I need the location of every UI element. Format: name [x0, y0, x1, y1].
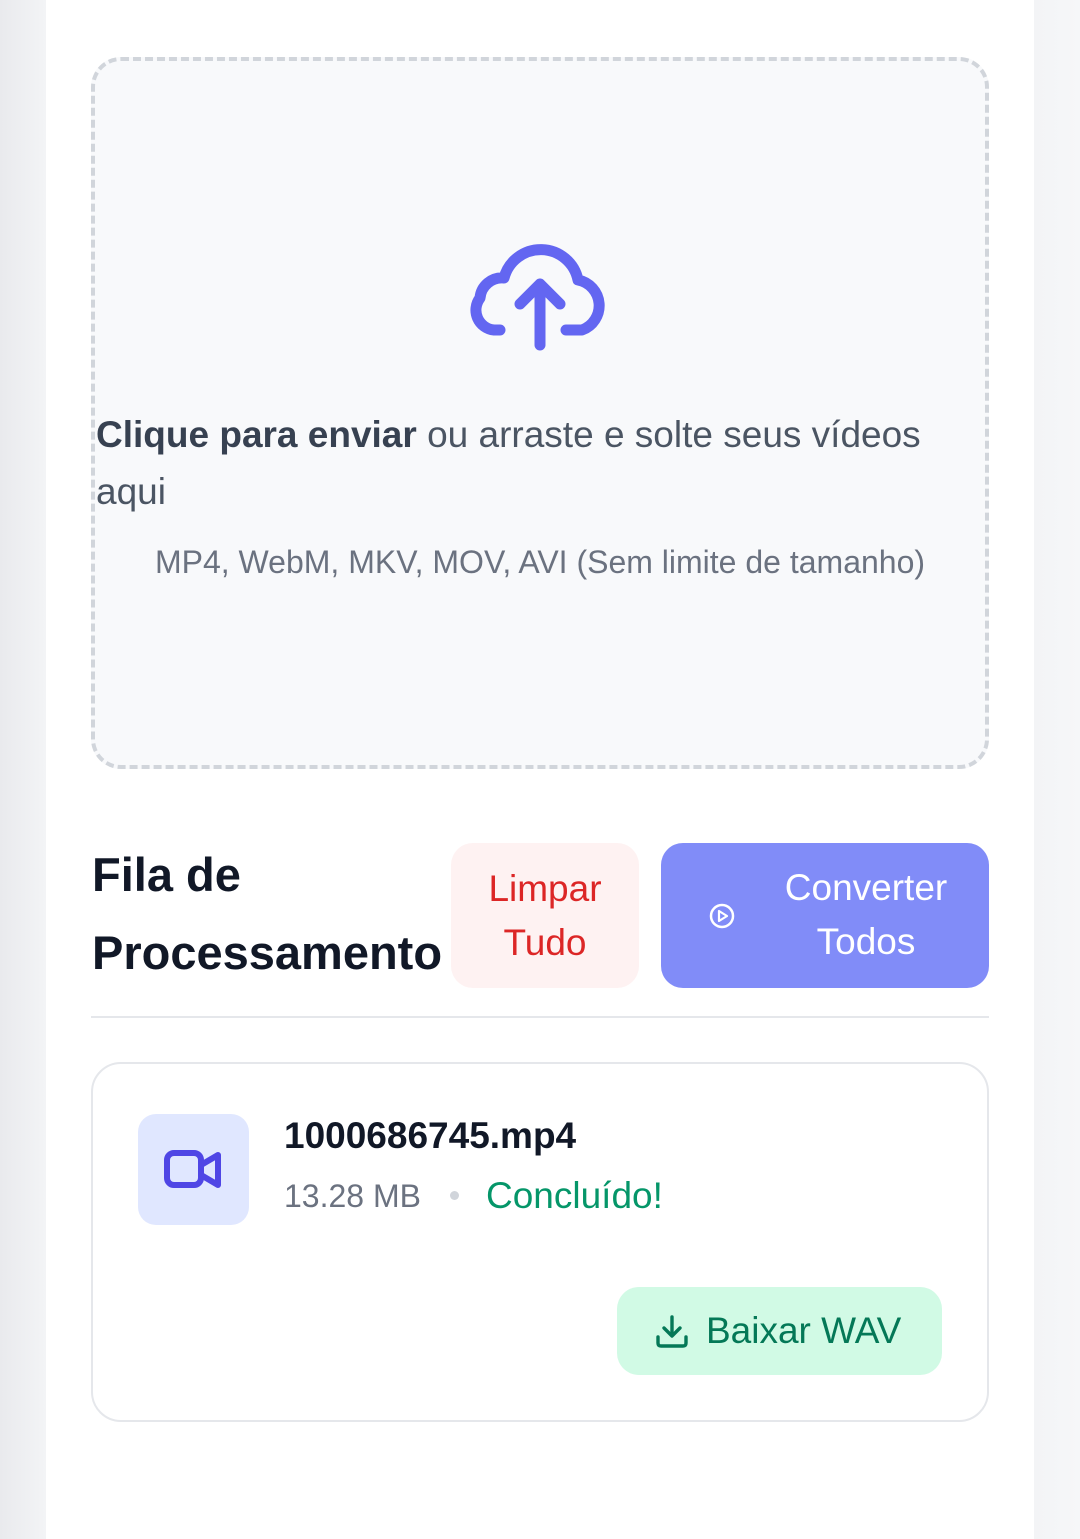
clear-all-button[interactable]: Limpar Tudo: [451, 843, 639, 988]
video-camera-icon: [164, 1150, 221, 1188]
convert-all-button[interactable]: Converter Todos: [661, 843, 989, 988]
upload-instructions: Clique para enviar ou arraste e solte se…: [96, 406, 976, 520]
download-icon: [656, 1315, 688, 1348]
upload-click-link[interactable]: Clique para enviar: [96, 414, 417, 455]
file-thumbnail: [138, 1114, 249, 1225]
file-size: 13.28 MB: [284, 1178, 421, 1214]
convert-all-label: Converter Todos: [784, 867, 948, 962]
queue-divider: [91, 1016, 989, 1018]
download-wav-label: Baixar WAV: [706, 1310, 902, 1351]
separator-dot: [450, 1191, 459, 1200]
clear-all-label: Limpar Tudo: [488, 867, 602, 963]
file-status: Concluído!: [486, 1175, 663, 1216]
download-wav-button[interactable]: Baixar WAV: [617, 1287, 942, 1375]
cloud-upload-icon: [470, 244, 605, 351]
upload-format-hint: MP4, WebM, MKV, MOV, AVI (Sem limite de …: [154, 544, 926, 580]
queue-title: Fila de Processamento: [92, 848, 443, 979]
file-name: 1000686745.mp4: [284, 1115, 577, 1156]
play-circle-icon: [709, 903, 735, 929]
